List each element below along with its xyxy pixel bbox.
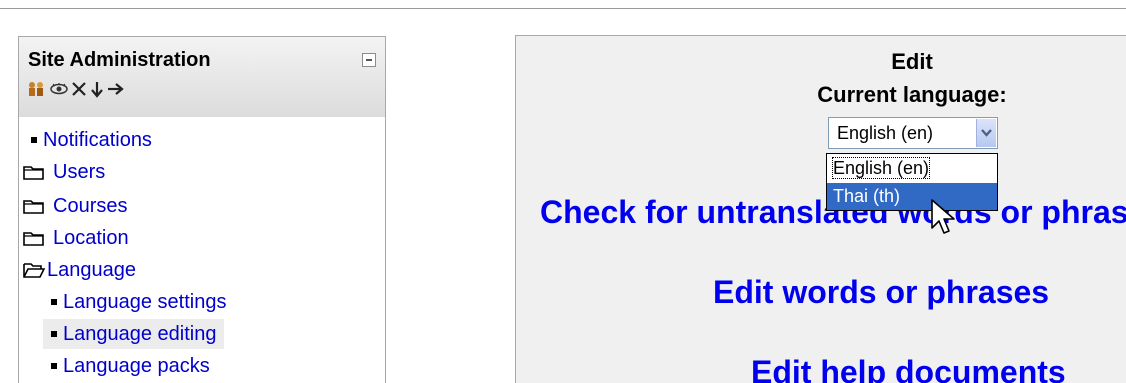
language-option-highlighted[interactable]: Thai (th) [827, 183, 997, 210]
page: Site Administration Notifications Users … [0, 0, 1126, 383]
bullet-icon [31, 137, 37, 143]
language-option-label: English (en) [831, 157, 931, 179]
nav-item-language-editing[interactable]: Language editing [43, 319, 225, 349]
mouse-cursor-icon [931, 199, 955, 234]
nav-item-label[interactable]: Notifications [43, 129, 152, 151]
language-select-value: English (en) [837, 123, 934, 143]
site-admin-header: Site Administration [19, 37, 385, 117]
delete-icon[interactable] [71, 81, 87, 97]
nav-item-label[interactable]: Location [53, 227, 129, 249]
collapse-block-button[interactable] [362, 53, 376, 67]
language-select[interactable]: English (en) [828, 117, 998, 149]
edit-heading: Edit [891, 49, 933, 74]
nav-item-language-packs[interactable]: Language packs [51, 351, 210, 381]
move-down-icon[interactable] [90, 81, 104, 98]
move-right-icon[interactable] [107, 82, 124, 96]
language-dropdown-list: English (en) Thai (th) [826, 153, 998, 211]
site-admin-title: Site Administration [28, 49, 211, 71]
nav-item-label[interactable]: Language editing [63, 323, 216, 345]
language-option[interactable]: English (en) [827, 155, 997, 182]
nav-item-label[interactable]: Courses [53, 195, 127, 217]
bullet-icon [51, 363, 57, 369]
nav-item-language-settings[interactable]: Language settings [51, 287, 226, 317]
edit-words-link[interactable]: Edit words or phrases [713, 273, 1049, 311]
bullet-icon [51, 331, 57, 337]
nav-item-label[interactable]: Language packs [63, 355, 210, 377]
nav-item-label[interactable]: Users [53, 161, 105, 183]
eye-icon[interactable] [50, 82, 68, 96]
nav-item-language[interactable]: Language [23, 255, 136, 285]
site-admin-block: Site Administration Notifications Users … [18, 36, 386, 383]
nav-item-notifications[interactable]: Notifications [31, 125, 152, 155]
chevron-down-icon[interactable] [976, 119, 996, 147]
current-language-label: Current language: [817, 82, 1007, 107]
edit-help-link[interactable]: Edit help documents [751, 353, 1066, 383]
folder-closed-icon [23, 232, 44, 246]
language-option-label: Thai (th) [833, 186, 901, 206]
folder-open-icon [23, 263, 45, 278]
nav-item-courses[interactable]: Courses [23, 191, 127, 221]
nav-item-label[interactable]: Language settings [63, 291, 226, 313]
folder-closed-icon [23, 200, 44, 214]
nav-item-label[interactable]: Language [47, 259, 136, 281]
block-edit-icons [27, 79, 124, 99]
top-divider [0, 8, 1126, 9]
folder-closed-icon [23, 166, 44, 180]
assign-roles-icon[interactable] [27, 81, 47, 97]
nav-item-location[interactable]: Location [23, 223, 129, 253]
bullet-icon [51, 299, 57, 305]
nav-item-users[interactable]: Users [23, 157, 105, 187]
